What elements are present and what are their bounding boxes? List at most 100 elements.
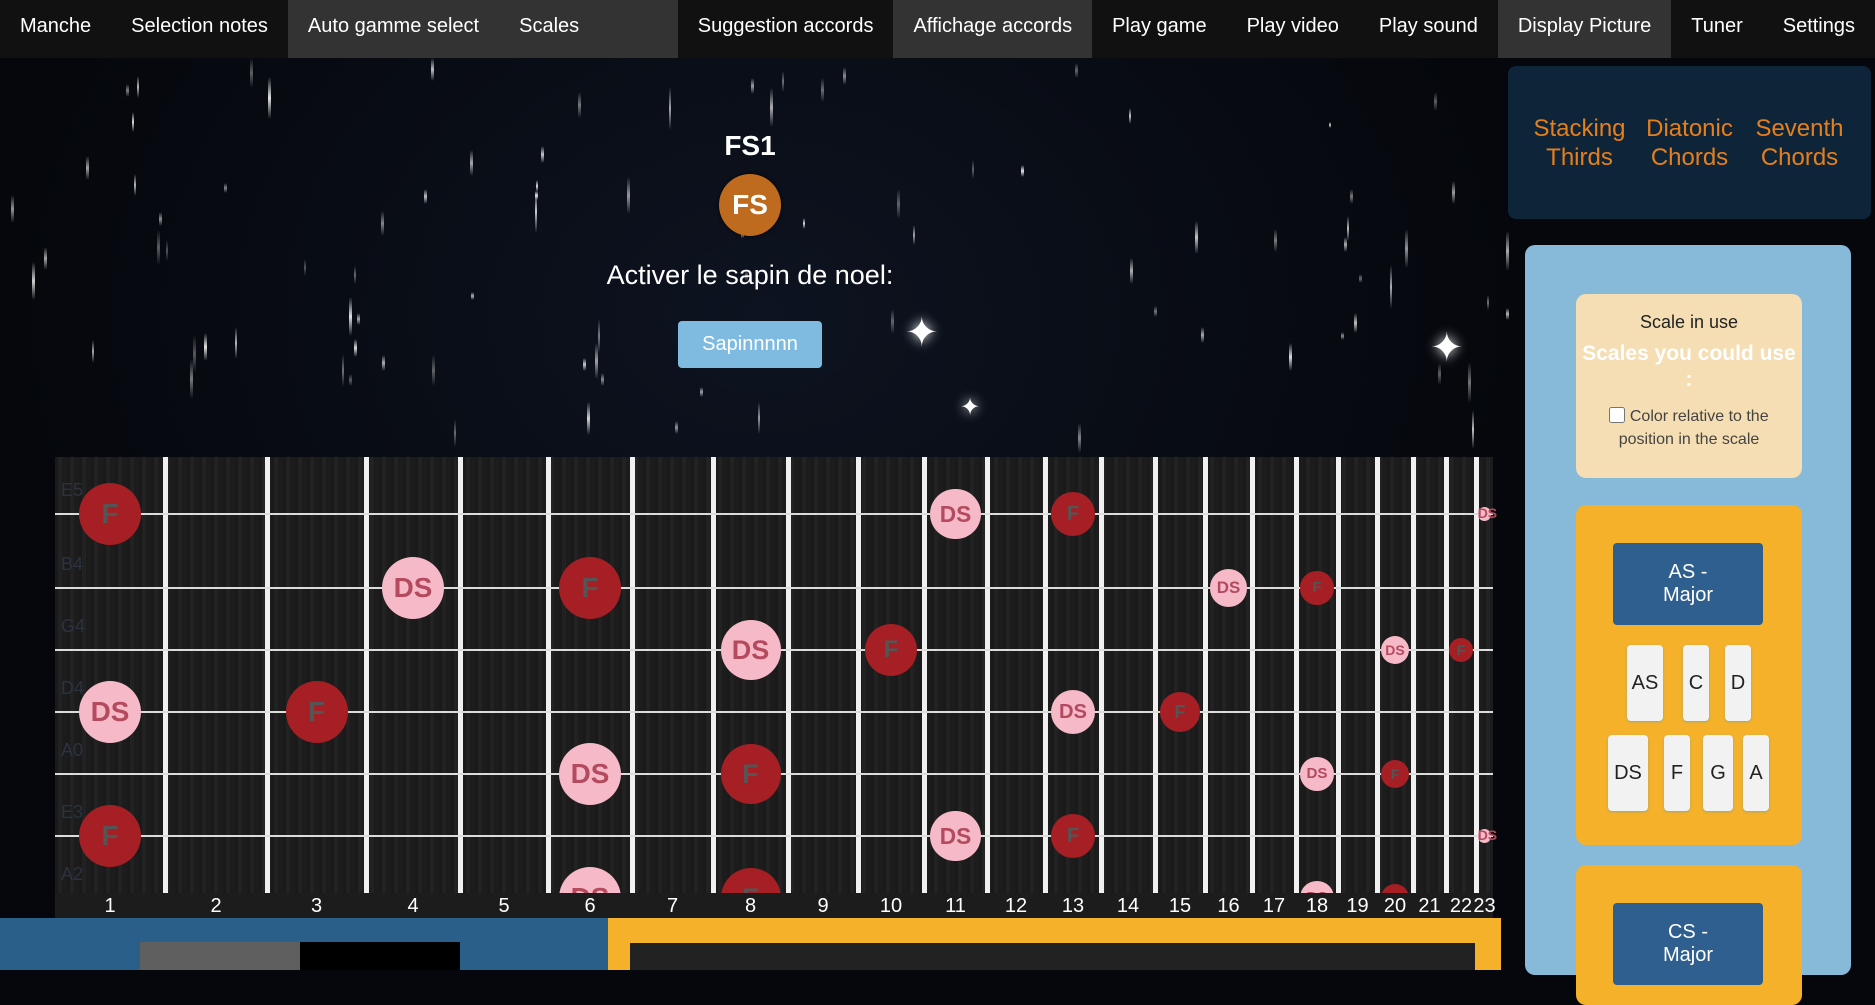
sparkle-star: ✦ bbox=[1430, 326, 1464, 370]
scale-note-key[interactable]: D bbox=[1725, 645, 1751, 721]
chord-nav: Stacking Thirds Diatonic Chords Seventh Chord… bbox=[1508, 66, 1871, 219]
star-streak bbox=[349, 296, 353, 337]
scales-side-panel: Scale in use Scales you could use : Colo… bbox=[1525, 245, 1851, 1005]
fret-wire bbox=[1043, 457, 1048, 912]
note-marker-ds[interactable]: DS bbox=[720, 620, 781, 680]
note-title: FS1 bbox=[724, 130, 776, 161]
bottom-dark-block bbox=[630, 943, 1475, 970]
star-streak bbox=[1289, 343, 1293, 372]
star-streak bbox=[349, 373, 353, 387]
note-marker-f[interactable]: F bbox=[1160, 692, 1200, 732]
note-marker-ds[interactable]: DS bbox=[1050, 689, 1096, 735]
star-streak bbox=[31, 262, 35, 300]
fret-number: 10 bbox=[879, 895, 903, 917]
sapin-button[interactable]: Sapinnnnn bbox=[678, 321, 822, 368]
star-streak bbox=[341, 354, 344, 387]
note-marker-f[interactable]: F bbox=[1050, 491, 1096, 537]
note-marker-ds[interactable]: DS bbox=[1380, 635, 1410, 665]
chord-nav-diatonic[interactable]: Diatonic Chords bbox=[1640, 114, 1740, 172]
chord-nav-stacking[interactable]: Stacking Thirds bbox=[1530, 114, 1630, 172]
note-marker-f[interactable]: F bbox=[79, 483, 141, 545]
nav-selection-notes[interactable]: Selection notes bbox=[111, 0, 288, 58]
note-marker-ds[interactable]: DS bbox=[1477, 828, 1497, 843]
note-marker-f[interactable]: F bbox=[1300, 571, 1334, 605]
star-streak bbox=[134, 173, 137, 197]
fret-number: 19 bbox=[1346, 895, 1369, 917]
nav-settings[interactable]: Settings bbox=[1763, 0, 1875, 58]
note-marker-f[interactable]: F bbox=[285, 681, 348, 743]
scale-name-line: CS - bbox=[1667, 921, 1708, 943]
color-relative-option: Color relative to the position in the sc… bbox=[1576, 405, 1802, 451]
fret-wire bbox=[1250, 457, 1255, 912]
nav-display-picture[interactable]: Display Picture bbox=[1497, 0, 1672, 58]
star-streak bbox=[699, 386, 703, 398]
nav-scales[interactable]: Scales bbox=[499, 0, 600, 58]
fret-number: 4 bbox=[407, 895, 419, 917]
star-streak bbox=[1074, 63, 1078, 79]
star-streak bbox=[137, 76, 140, 98]
note-marker-f[interactable]: F bbox=[1449, 638, 1473, 662]
note-marker-ds[interactable]: DS bbox=[559, 743, 621, 805]
nav-suggestion-accords[interactable]: Suggestion accords bbox=[678, 0, 894, 58]
note-marker-f[interactable]: F bbox=[559, 557, 621, 619]
star-streak bbox=[758, 402, 761, 435]
star-streak bbox=[470, 291, 474, 301]
nav-play-game[interactable]: Play game bbox=[1092, 0, 1227, 58]
nav-play-sound[interactable]: Play sound bbox=[1359, 0, 1498, 58]
scale-note-key[interactable]: C bbox=[1683, 645, 1709, 721]
note-badge: FS bbox=[719, 174, 781, 236]
note-marker-ds[interactable]: DS bbox=[1209, 569, 1248, 607]
star-streak bbox=[1353, 313, 1357, 333]
scale-name-button[interactable]: AS - Major bbox=[1613, 543, 1763, 625]
star-streak bbox=[10, 194, 14, 223]
star-streak bbox=[304, 258, 307, 277]
fret-wire bbox=[856, 457, 861, 912]
star-streak bbox=[1390, 265, 1393, 309]
nav-auto-gamme-select[interactable]: Auto gamme select bbox=[287, 0, 500, 58]
sparkle-star: ✦ bbox=[960, 394, 981, 421]
guitar-string bbox=[55, 711, 1493, 713]
note-marker-ds[interactable]: DS bbox=[79, 681, 141, 743]
note-marker-f[interactable]: F bbox=[79, 805, 141, 867]
top-nav-bar: Manche Selection notes Auto gamme select Sc… bbox=[0, 0, 1875, 58]
string-label: A2 bbox=[61, 864, 84, 884]
guitar-string bbox=[55, 587, 1493, 589]
nav-manche[interactable]: Manche bbox=[0, 0, 111, 58]
scale-note-key[interactable]: AS bbox=[1627, 645, 1663, 721]
note-marker-f[interactable]: F bbox=[1380, 759, 1410, 789]
scale-name-text: CS - Major bbox=[1663, 921, 1713, 967]
star-streak bbox=[587, 402, 591, 435]
nav-tuner[interactable]: Tuner bbox=[1671, 0, 1763, 58]
star-streak bbox=[1505, 231, 1509, 271]
nav-affichage-accords[interactable]: Affichage accords bbox=[893, 0, 1093, 58]
star-streak bbox=[234, 326, 237, 360]
star-streak bbox=[1274, 229, 1278, 252]
note-marker-ds[interactable]: DS bbox=[930, 810, 981, 862]
note-marker-f[interactable]: F bbox=[720, 744, 781, 804]
star-streak bbox=[1471, 410, 1474, 449]
fret-wire bbox=[1203, 457, 1208, 912]
fret-wire bbox=[1411, 457, 1416, 912]
fret-number: 5 bbox=[498, 895, 510, 917]
note-marker-ds[interactable]: DS bbox=[930, 488, 981, 540]
note-marker-ds[interactable]: DS bbox=[382, 557, 444, 619]
note-marker-f[interactable]: F bbox=[1050, 813, 1096, 859]
scale-note-key[interactable]: DS bbox=[1608, 735, 1648, 811]
nav-play-video[interactable]: Play video bbox=[1227, 0, 1359, 58]
star-streak bbox=[132, 111, 135, 133]
nav-spacer bbox=[599, 0, 678, 58]
fret-wire bbox=[786, 457, 791, 912]
note-marker-ds[interactable]: DS bbox=[1300, 757, 1334, 791]
scale-name-button[interactable]: CS - Major bbox=[1613, 903, 1763, 985]
note-marker-ds[interactable]: DS bbox=[1477, 506, 1497, 521]
fret-wire bbox=[711, 457, 716, 912]
scale-note-key[interactable]: F bbox=[1664, 735, 1690, 811]
scale-note-key[interactable]: G bbox=[1703, 735, 1733, 811]
chord-nav-seventh[interactable]: Seventh Chords bbox=[1750, 114, 1850, 172]
star-streak bbox=[1341, 332, 1345, 341]
note-marker-f[interactable]: F bbox=[864, 623, 918, 677]
star-streak bbox=[353, 265, 356, 285]
scale-note-key[interactable]: A bbox=[1743, 735, 1769, 811]
color-relative-checkbox[interactable] bbox=[1609, 407, 1626, 423]
scale-card: CS - Major bbox=[1576, 865, 1802, 1005]
